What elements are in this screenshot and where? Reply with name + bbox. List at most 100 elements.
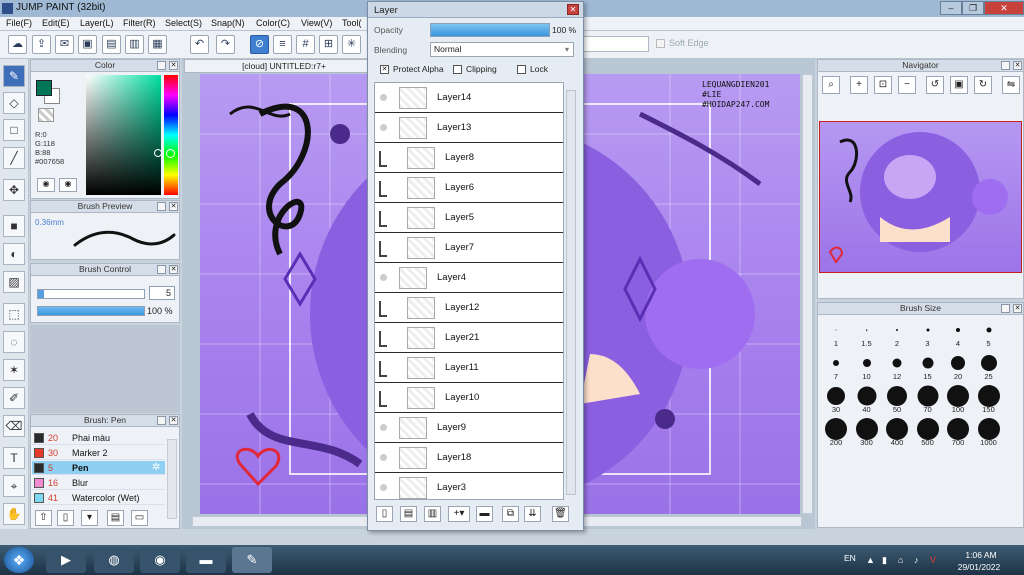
brush-size-option[interactable]: 5 — [974, 319, 1004, 351]
new-brush-icon[interactable]: ▯ — [57, 510, 74, 526]
navigator-preview[interactable] — [819, 121, 1022, 273]
hue-slider[interactable] — [164, 75, 178, 195]
snap-radial-icon[interactable]: ✳ — [342, 35, 361, 54]
brush-size-option[interactable]: 1000 — [974, 418, 1004, 450]
brush-size-option[interactable]: 700 — [943, 418, 973, 450]
brush-size-option[interactable]: 15 — [913, 352, 943, 384]
pen-tool-icon[interactable]: ✎ — [3, 65, 25, 87]
new-folder-icon[interactable]: ▬ — [476, 506, 493, 522]
folder-icon[interactable]: ▬ — [186, 547, 226, 573]
panel-close-icon[interactable]: ✕ — [169, 416, 178, 425]
brush-size-option[interactable]: 300 — [852, 418, 882, 450]
select-icon[interactable]: ⬚ — [3, 303, 25, 325]
layer-row[interactable]: Layer7 — [375, 233, 563, 263]
layer-row[interactable]: Layer3 — [375, 473, 563, 499]
brush-item[interactable]: 41 Watercolor (Wet) — [32, 491, 165, 505]
layer-row[interactable]: Layer18 — [375, 443, 563, 473]
battery-icon[interactable]: ▮ — [882, 555, 887, 566]
export-icon[interactable]: ⇪ — [32, 35, 51, 54]
rotate-right-icon[interactable]: ↻ — [974, 76, 992, 94]
toolbar-combo[interactable] — [583, 36, 649, 52]
screen-icon[interactable]: ▣ — [78, 35, 97, 54]
magic-wand-icon[interactable]: ✶ — [3, 359, 25, 381]
merge-down-icon[interactable]: ⇊ — [524, 506, 541, 522]
app-icon-green[interactable]: ◍ — [94, 547, 134, 573]
brush-size-option[interactable]: 7 — [821, 352, 851, 384]
delete-layer-icon[interactable]: 🗑 — [552, 506, 569, 522]
brush-size-option[interactable]: 200 — [821, 418, 851, 450]
bucket-icon[interactable]: ◐ — [3, 243, 25, 265]
layer-row[interactable]: Layer10 — [375, 383, 563, 413]
menu-view[interactable]: View(V) — [301, 18, 332, 28]
layer-row[interactable]: Layer21 — [375, 323, 563, 353]
visibility-eye-icon[interactable] — [380, 124, 387, 131]
new-8bit-layer-icon[interactable]: ▥ — [424, 506, 441, 522]
panel-close-icon[interactable]: ✕ — [1013, 61, 1022, 70]
clock-date[interactable]: 29/01/2022 — [950, 562, 1008, 572]
layer-row[interactable]: Layer13 — [375, 113, 563, 143]
brush-size-slider[interactable] — [37, 289, 145, 299]
network-icon[interactable]: ⌂ — [898, 555, 903, 565]
language-indicator[interactable]: EN — [844, 553, 856, 563]
blending-select[interactable]: Normal ▾ — [430, 42, 574, 57]
menu-color[interactable]: Color(C) — [256, 18, 290, 28]
hand-icon[interactable]: ✋ — [3, 503, 25, 525]
panel-close-icon[interactable]: ✕ — [1013, 304, 1022, 313]
settings-gear-icon[interactable]: ✲ — [152, 462, 160, 473]
layer-row[interactable]: Layer11 — [375, 353, 563, 383]
visibility-eye-icon[interactable] — [380, 94, 387, 101]
media-player-icon[interactable]: ▶ — [46, 547, 86, 573]
layer-row[interactable]: Layer8 — [375, 143, 563, 173]
brush-settings-icon[interactable]: ▤ — [107, 510, 124, 526]
vietkey-icon[interactable]: V — [930, 555, 936, 565]
visibility-eye-icon[interactable] — [380, 454, 387, 461]
soft-edge-checkbox[interactable] — [656, 39, 665, 48]
show-hidden-icon[interactable]: ▲ — [866, 555, 875, 565]
document-icon[interactable]: ▤ — [102, 35, 121, 54]
visibility-eye-icon[interactable] — [380, 484, 387, 491]
brush-size-option[interactable]: 400 — [882, 418, 912, 450]
brush-size-option[interactable]: 25 — [974, 352, 1004, 384]
maximize-button[interactable]: ❐ — [962, 1, 984, 15]
jump-paint-icon[interactable]: ✎ — [232, 547, 272, 573]
layer-row[interactable]: Layer12 — [375, 293, 563, 323]
eraser-tool-icon[interactable]: ◇ — [3, 92, 25, 114]
close-button[interactable]: ✕ — [984, 1, 1024, 15]
zoom-out-icon[interactable]: − — [898, 76, 916, 94]
select-pen-icon[interactable]: ✐ — [3, 387, 25, 409]
brush-size-input[interactable]: 5 — [149, 286, 175, 300]
minimize-button[interactable]: – — [940, 1, 962, 15]
brush-size-option[interactable]: 50 — [882, 385, 912, 417]
layer-row[interactable]: Layer4 — [375, 263, 563, 293]
upload-icon[interactable]: ⇧ — [35, 510, 52, 526]
new-halftone-layer-icon[interactable]: ▤ — [400, 506, 417, 522]
protect-alpha-checkbox[interactable]: ✕ — [380, 65, 389, 74]
panel-detach-icon[interactable] — [157, 265, 166, 274]
brush-size-option[interactable]: 40 — [852, 385, 882, 417]
menu-tool[interactable]: Tool( — [342, 18, 362, 28]
saturation-picker[interactable] — [86, 75, 162, 195]
snap-off-icon[interactable]: ⊘ — [250, 35, 269, 54]
snap-parallel-icon[interactable]: ≡ — [273, 35, 292, 54]
menu-edit[interactable]: Edit(E) — [42, 18, 70, 28]
panel-close-icon[interactable]: ✕ — [169, 202, 178, 211]
brush-opacity-slider[interactable] — [37, 306, 145, 316]
brush-size-option[interactable]: 12 — [882, 352, 912, 384]
start-button[interactable]: ❖ — [4, 547, 34, 573]
brush-item-selected[interactable]: 5 Pen ✲ — [32, 461, 165, 475]
brush-size-option[interactable]: 150 — [974, 385, 1004, 417]
flip-icon[interactable]: ⇋ — [1002, 76, 1020, 94]
zoom-icon[interactable]: ⌕ — [822, 76, 840, 94]
comment-icon[interactable]: ✉ — [55, 35, 74, 54]
new-layer-icon[interactable]: ▯ — [376, 506, 393, 522]
text-tool-icon[interactable]: T — [3, 447, 25, 469]
chrome-icon[interactable]: ◉ — [140, 547, 180, 573]
color-set-icon[interactable]: ◉ — [59, 178, 77, 192]
document-tab[interactable]: [cloud] UNTITLED:r7+ — [184, 59, 384, 73]
close-icon[interactable]: ✕ — [567, 4, 579, 15]
brush-size-option[interactable]: 4 — [943, 319, 973, 351]
panel-close-icon[interactable]: ✕ — [169, 61, 178, 70]
layer-window-titlebar[interactable] — [368, 2, 583, 18]
menu-file[interactable]: File(F) — [6, 18, 32, 28]
zoom-in-icon[interactable]: + — [850, 76, 868, 94]
